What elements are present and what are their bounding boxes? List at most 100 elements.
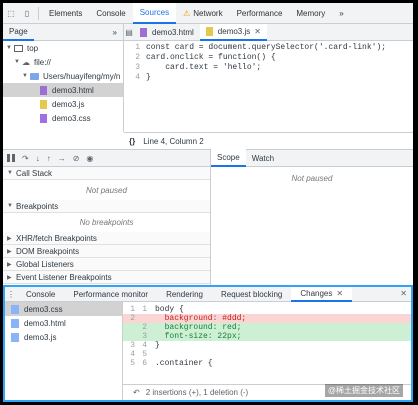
pretty-print-icon[interactable]: {} (129, 137, 135, 146)
scope-panel: Not paused (210, 167, 413, 285)
pause-on-exceptions-icon[interactable]: ◉ (86, 154, 93, 163)
main-tab-bar: ⬚ ▯ Elements Console Sources ⚠ Network Pe… (3, 3, 413, 24)
tab-performance[interactable]: Performance (230, 3, 290, 24)
tab-console[interactable]: Console (89, 3, 132, 24)
drawer-tab-bar: ⋮ Console Performance monitor Rendering … (5, 286, 411, 302)
file-icon (11, 304, 19, 314)
debugger-toolbar: ↷ ↓ ↑ → ⊘ ◉ (3, 149, 210, 167)
close-icon[interactable]: ✕ (254, 27, 261, 36)
drawer-tab-console[interactable]: Console (17, 287, 64, 302)
pause-icon[interactable] (7, 154, 15, 162)
expand-arrow-icon: ▶ (7, 274, 12, 281)
more-tabs-button[interactable]: » (332, 3, 350, 24)
expand-arrow-icon: ▶ (7, 235, 12, 242)
call-stack-section[interactable]: ▼ Call Stack (3, 167, 210, 180)
line-gutter: 1 2 3 4 (135, 43, 140, 82)
file-icon (11, 332, 19, 342)
js-file-icon (40, 99, 47, 109)
event-listener-breakpoints-section[interactable]: ▶ Event Listener Breakpoints (3, 271, 210, 284)
drawer-tab-changes[interactable]: Changes ✕ (291, 286, 353, 302)
diff-line-added: 3 font-size: 22px; (123, 332, 411, 341)
breakpoints-status: No breakpoints (79, 218, 134, 227)
drawer-panel: ⋮ Console Performance monitor Rendering … (3, 285, 413, 402)
editor-tab-demo3-js[interactable]: demo3.js ✕ (199, 23, 267, 41)
html-file-icon (40, 85, 47, 95)
expand-arrow-icon: ▶ (7, 261, 12, 268)
call-stack-status: Not paused (86, 186, 127, 195)
diff-line: 45 (130, 350, 147, 359)
changed-files-list: demo3.css demo3.html demo3.js (5, 302, 123, 400)
tree-item-file-origin[interactable]: ▼ ☁ file:// (3, 55, 123, 69)
html-file-icon (140, 27, 147, 37)
code-line: card.text = 'hello'; (146, 63, 262, 72)
editor-status-bar: {} Line 4, Column 2 (124, 132, 413, 149)
diff-line: 1 1 body { (130, 305, 184, 314)
step-out-icon[interactable]: ↑ (47, 154, 51, 163)
revert-icon[interactable]: ↶ (133, 388, 140, 397)
code-editor[interactable]: 1 2 3 4 const card = document.querySelec… (124, 41, 413, 132)
diff-line-added: 2 background: red; (123, 323, 411, 332)
sidebar-toggle-icon[interactable]: ▤ (124, 28, 134, 37)
code-line: const card = document.querySelector('.ca… (146, 43, 387, 52)
drawer-tab-request-blocking[interactable]: Request blocking (212, 287, 291, 302)
drawer-menu-icon[interactable]: ⋮ (5, 290, 17, 299)
navigator-more-button[interactable]: » (113, 28, 123, 37)
drawer-tab-rendering[interactable]: Rendering (157, 287, 212, 302)
tree-item-demo3-css[interactable]: demo3.css (3, 111, 123, 125)
watermark: @稀土掘金技术社区 (324, 384, 403, 397)
tree-item-demo3-js[interactable]: demo3.js (3, 97, 123, 111)
tab-watch[interactable]: Watch (246, 149, 280, 167)
file-navigator: ▼ top ▼ ☁ file:// ▼ Users/huayifeng/my/n… (3, 41, 124, 132)
changed-file-item[interactable]: demo3.js (5, 330, 122, 344)
code-line: } (146, 73, 151, 82)
devtools-window: ⬚ ▯ Elements Console Sources ⚠ Network Pe… (3, 3, 413, 402)
warning-icon: ⚠ (183, 8, 191, 18)
code-lines: const card = document.querySelector('.ca… (146, 43, 386, 83)
expand-arrow-icon[interactable]: ▼ (22, 73, 30, 79)
tree-item-demo3-html[interactable]: demo3.html (3, 83, 123, 97)
diff-line: 5 6 .container { (130, 359, 213, 368)
tab-memory[interactable]: Memory (289, 3, 332, 24)
expand-arrow-icon[interactable]: ▼ (14, 59, 22, 65)
close-icon[interactable]: ✕ (336, 289, 343, 298)
tab-elements[interactable]: Elements (42, 3, 89, 24)
step-icon[interactable]: → (58, 154, 66, 163)
tree-item-top[interactable]: ▼ top (3, 41, 123, 55)
diff-view: 1 1 body { 2 background: #ddd; 2 backgroun… (123, 302, 411, 384)
tab-network[interactable]: ⚠ Network (176, 3, 230, 24)
folder-icon (30, 72, 39, 80)
step-over-icon[interactable]: ↷ (22, 154, 29, 163)
dom-breakpoints-section[interactable]: ▶ DOM Breakpoints (3, 245, 210, 258)
changed-file-item[interactable]: demo3.css (5, 302, 122, 316)
xhr-breakpoints-section[interactable]: ▶ XHR/fetch Breakpoints (3, 232, 210, 245)
file-icon (11, 318, 19, 328)
tab-sources[interactable]: Sources (132, 3, 177, 24)
tab-scope[interactable]: Scope (211, 149, 246, 167)
expand-arrow-icon[interactable]: ▼ (6, 45, 14, 51)
global-listeners-section[interactable]: ▶ Global Listeners (3, 258, 210, 271)
cloud-icon: ☁ (22, 57, 30, 67)
code-line: card.onclick = function() { (146, 53, 276, 62)
editor-tab-bar: ▤ demo3.html demo3.js ✕ (124, 23, 413, 41)
scope-status: Not paused (291, 174, 333, 183)
js-file-icon (205, 26, 213, 36)
drawer-tab-performance-monitor[interactable]: Performance monitor (64, 287, 157, 302)
device-toolbar-icon[interactable]: ▯ (19, 3, 35, 24)
tree-item-folder[interactable]: ▼ Users/huayifeng/my/n (3, 69, 123, 83)
diff-line-deleted: 2 background: #ddd; (123, 314, 411, 323)
step-into-icon[interactable]: ↓ (36, 154, 40, 163)
deactivate-breakpoints-icon[interactable]: ⊘ (73, 154, 80, 163)
changed-file-item[interactable]: demo3.html (5, 316, 122, 330)
css-file-icon (40, 113, 47, 123)
navigator-header: Page » (3, 24, 124, 41)
frame-icon (14, 44, 23, 52)
expand-arrow-icon: ▶ (7, 248, 12, 255)
tab-page[interactable]: Page (3, 24, 34, 41)
breakpoints-section[interactable]: ▼ Breakpoints (3, 200, 210, 213)
scope-tab-bar: Scope Watch (210, 149, 413, 167)
cursor-position: Line 4, Column 2 (143, 136, 204, 146)
close-drawer-icon[interactable]: ✕ (400, 289, 407, 298)
diff-line: 3 4} (130, 341, 160, 350)
editor-tab-demo3-html[interactable]: demo3.html (134, 24, 200, 41)
inspect-icon[interactable]: ⬚ (3, 3, 19, 24)
